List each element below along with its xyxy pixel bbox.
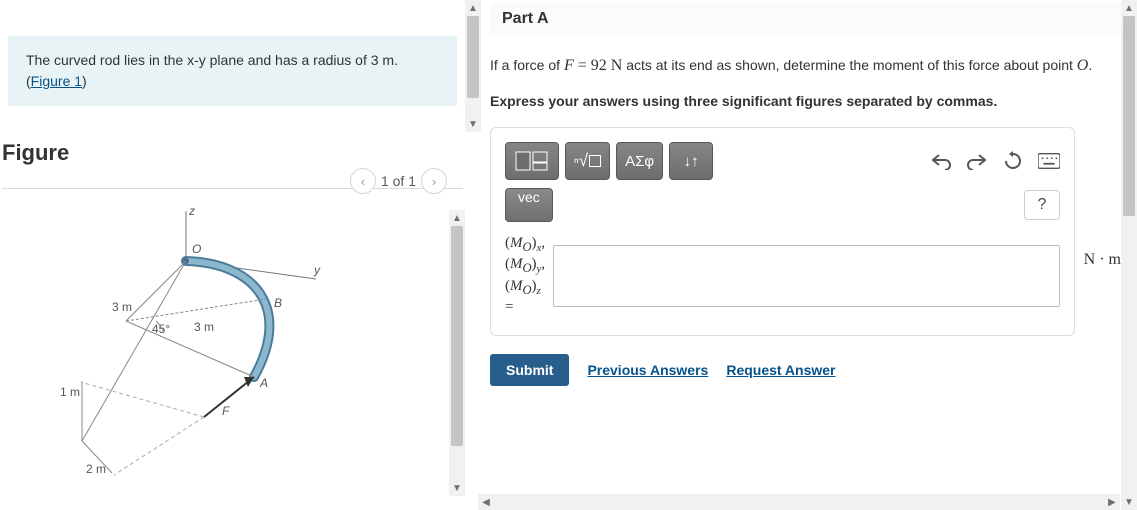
left-panel: The curved rod lies in the x-y plane and… xyxy=(0,0,465,510)
part-a-heading: Part A xyxy=(490,2,1123,36)
main-container: The curved rod lies in the x-y plane and… xyxy=(0,0,1137,510)
fig-label-O: O xyxy=(192,242,201,256)
answer-field[interactable] xyxy=(553,245,1060,307)
figure-pager: ‹ 1 of 1 › xyxy=(350,168,447,194)
sqrt-button[interactable]: ⁿ√ xyxy=(565,142,610,180)
figure-diagram: z y O B A 3 m 3 m xyxy=(56,201,356,481)
greek-button[interactable]: ΑΣφ xyxy=(616,142,663,180)
figure-next-button[interactable]: › xyxy=(421,168,447,194)
fig-label-y: y xyxy=(313,263,321,277)
updown-button[interactable]: ↓↑ xyxy=(669,142,713,180)
fig-label-3m-b: 3 m xyxy=(194,320,214,334)
q-pre: If a force of xyxy=(490,57,564,73)
fig-label-B: B xyxy=(274,296,282,310)
problem-text-pre: The curved rod lies in the x-y plane and… xyxy=(26,52,371,68)
figure-link[interactable]: Figure 1 xyxy=(31,73,82,89)
template-button[interactable] xyxy=(505,142,559,180)
undo-icon[interactable] xyxy=(930,150,952,172)
q-N: N xyxy=(611,57,623,74)
panel-vertical-scrollbar[interactable]: ▲ ▼ xyxy=(465,0,481,132)
fig-label-2m: 2 m xyxy=(86,462,106,476)
page-vertical-scrollbar[interactable]: ▲ ▼ xyxy=(1121,0,1137,510)
q-O: O xyxy=(1077,57,1089,74)
keyboard-icon[interactable] xyxy=(1038,150,1060,172)
problem-radius: 3 m xyxy=(371,52,394,68)
unit-label: N · m xyxy=(1084,251,1121,269)
fig-label-1m: 1 m xyxy=(60,385,80,399)
fig-label-z: z xyxy=(188,204,195,218)
fig-label-F: F xyxy=(222,404,230,418)
q-F: F xyxy=(564,57,574,74)
vec-button[interactable]: vec xyxy=(505,188,553,222)
panel-horizontal-scrollbar[interactable]: ◀ ▶ xyxy=(478,494,1120,510)
fig-label-A: A xyxy=(259,376,268,390)
redo-icon[interactable] xyxy=(966,150,988,172)
fig-label-3m-a: 3 m xyxy=(112,300,132,314)
instruction-text: Express your answers using three signifi… xyxy=(490,91,1123,111)
answer-area: ⁿ√ ΑΣφ ↓↑ vec ? (MO)x, xyxy=(490,127,1075,336)
previous-answers-link[interactable]: Previous Answers xyxy=(587,362,708,378)
submit-button[interactable]: Submit xyxy=(490,354,569,386)
moment-labels: (MO)x, (MO)y, (MO)z = xyxy=(505,234,545,317)
answer-box: ⁿ√ ΑΣφ ↓↑ vec ? (MO)x, xyxy=(490,127,1075,336)
figure-vertical-scrollbar[interactable]: ▲ ▼ xyxy=(449,210,465,496)
q-period: . xyxy=(1088,57,1092,73)
problem-text-end: ) xyxy=(82,73,87,89)
help-button[interactable]: ? xyxy=(1024,190,1060,220)
q-mid: acts at its end as shown, determine the … xyxy=(622,57,1076,73)
figure-heading: Figure xyxy=(2,140,465,166)
question-text: If a force of F = 92 N acts at its end a… xyxy=(490,54,1123,79)
submit-row: Submit Previous Answers Request Answer xyxy=(490,354,1123,386)
figure-prev-button[interactable]: ‹ xyxy=(350,168,376,194)
request-answer-link[interactable]: Request Answer xyxy=(726,362,835,378)
fig-label-45: 45° xyxy=(152,322,170,336)
reset-icon[interactable] xyxy=(1002,150,1024,172)
right-panel: Part A If a force of F = 92 N acts at it… xyxy=(465,0,1137,510)
q-eq: = 92 xyxy=(574,57,611,74)
problem-statement: The curved rod lies in the x-y plane and… xyxy=(8,36,457,106)
equation-toolbar: ⁿ√ ΑΣφ ↓↑ xyxy=(505,142,1060,180)
answer-input-row: (MO)x, (MO)y, (MO)z = xyxy=(505,234,1060,317)
figure-pager-text: 1 of 1 xyxy=(381,173,416,189)
